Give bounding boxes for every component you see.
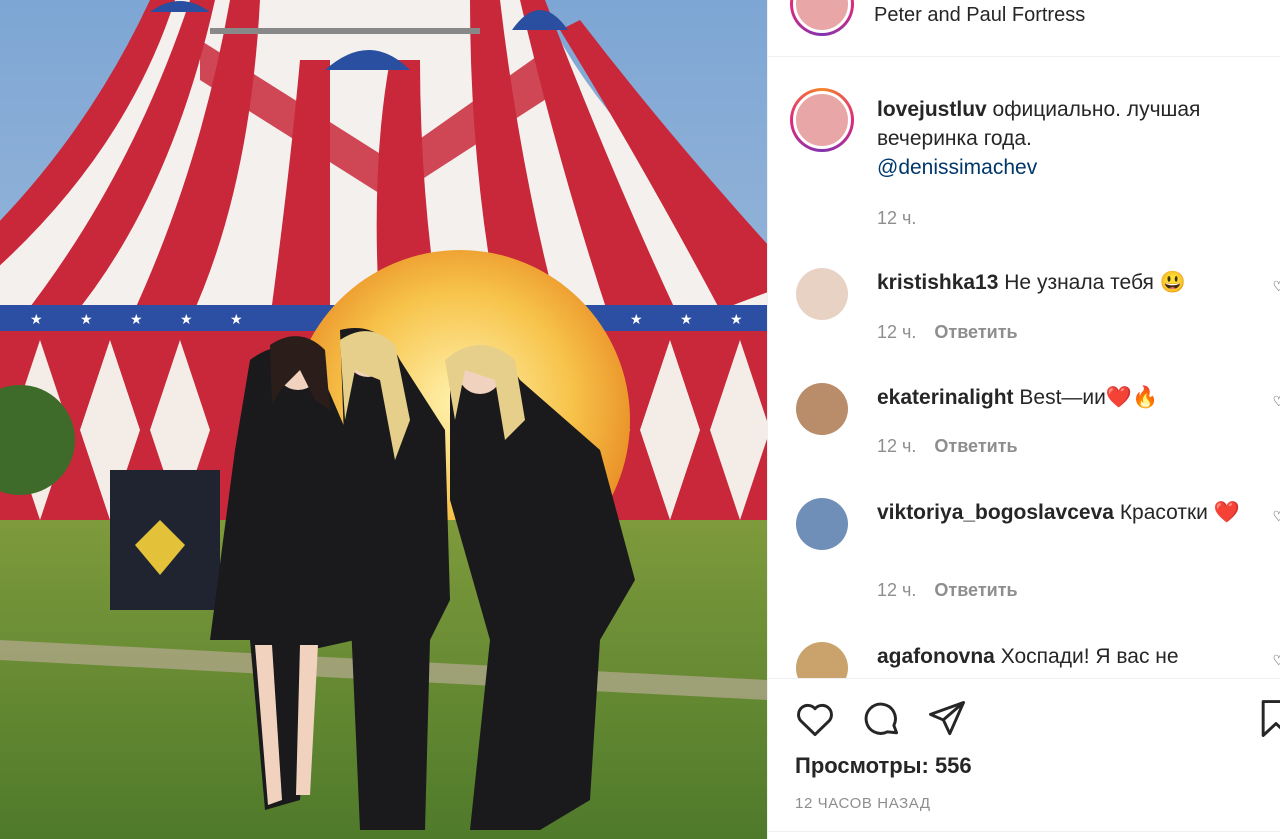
comment-username[interactable]: agafonovna [877, 645, 995, 668]
views-count[interactable]: Просмотры: 556 [795, 753, 972, 779]
divider [768, 831, 1280, 832]
heart-icon[interactable] [793, 697, 837, 741]
comments-list[interactable]: lovejustluv официально. лучшая вечеринка… [768, 58, 1280, 678]
comment-time: 12 ч. [877, 322, 917, 342]
more-icon[interactable]: ⋯ [1259, 0, 1279, 11]
author-avatar[interactable] [790, 0, 854, 36]
svg-text:★: ★ [130, 312, 143, 328]
comment-username[interactable]: ekaterinalight [877, 386, 1014, 409]
comment-text: viktoriya_bogoslavceva Красотки ❤️ [877, 498, 1267, 527]
svg-text:★: ★ [80, 312, 93, 328]
comment-avatar[interactable] [796, 642, 848, 678]
caption-username[interactable]: lovejustluv [877, 98, 987, 121]
post-video[interactable]: ★★★ ★★★ ★★★ [0, 0, 767, 839]
svg-text:★: ★ [30, 312, 43, 328]
comment-like-icon[interactable]: ♡ [1272, 393, 1280, 410]
comment-avatar[interactable] [796, 383, 848, 435]
reply-button[interactable]: Ответить [934, 436, 1017, 456]
comment-text: kristishka13 Не узнала тебя 😃 [877, 268, 1267, 297]
comment-like-icon[interactable]: ♡ [1272, 508, 1280, 525]
reply-button[interactable]: Ответить [934, 322, 1017, 342]
caption-time-text: 12 ч. [877, 208, 917, 228]
caption-mention[interactable]: @denissimachev [877, 153, 1267, 182]
comment-body: Не узнала тебя 😃 [1004, 271, 1186, 294]
comment-like-icon[interactable]: ♡ [1272, 652, 1280, 669]
caption-avatar[interactable] [790, 88, 854, 152]
comment-icon[interactable] [859, 697, 903, 741]
comment-username[interactable]: kristishka13 [877, 271, 998, 294]
comment-body: Хоспади! Я вас не [1000, 645, 1179, 668]
comment-body: Красотки ❤️ [1119, 501, 1240, 524]
circus-photo-illustration: ★★★ ★★★ ★★★ [0, 0, 767, 839]
comment-time: 12 ч. [877, 436, 917, 456]
comment-text: ekaterinalight Best—ии❤️🔥 [877, 383, 1267, 412]
share-icon[interactable] [925, 697, 969, 741]
comment-avatar[interactable] [796, 268, 848, 320]
svg-text:★: ★ [230, 312, 243, 328]
post-panel: Peter and Paul Fortress ⋯ lovejustluv оф… [767, 0, 1280, 839]
comment-body: Best—ии❤️🔥 [1019, 386, 1159, 409]
comment-meta: 12 ч. Ответить [877, 322, 1018, 343]
comment-like-icon[interactable]: ♡ [1272, 278, 1280, 295]
comment-time: 12 ч. [877, 580, 917, 600]
location-link[interactable]: Peter and Paul Fortress [874, 4, 1085, 27]
svg-text:★: ★ [180, 312, 193, 328]
comment-text: agafonovna Хоспади! Я вас не [877, 642, 1267, 671]
comment-avatar[interactable] [796, 498, 848, 550]
bookmark-icon[interactable] [1254, 697, 1280, 741]
comment-username[interactable]: viktoriya_bogoslavceva [877, 501, 1114, 524]
post-time[interactable]: 12 ЧАСОВ НАЗАД [795, 795, 931, 812]
comment-meta: 12 ч. Ответить [877, 436, 1018, 457]
post-header: Peter and Paul Fortress ⋯ [768, 0, 1280, 57]
reply-button[interactable]: Ответить [934, 580, 1017, 600]
svg-text:★: ★ [730, 312, 743, 328]
caption-time: 12 ч. [877, 208, 916, 229]
svg-text:★: ★ [680, 312, 693, 328]
caption-text: lovejustluv официально. лучшая вечеринка… [877, 95, 1267, 182]
post-actions: Просмотры: 556 12 ЧАСОВ НАЗАД [768, 678, 1280, 839]
comment-meta: 12 ч. Ответить [877, 580, 1018, 601]
svg-text:★: ★ [630, 312, 643, 328]
